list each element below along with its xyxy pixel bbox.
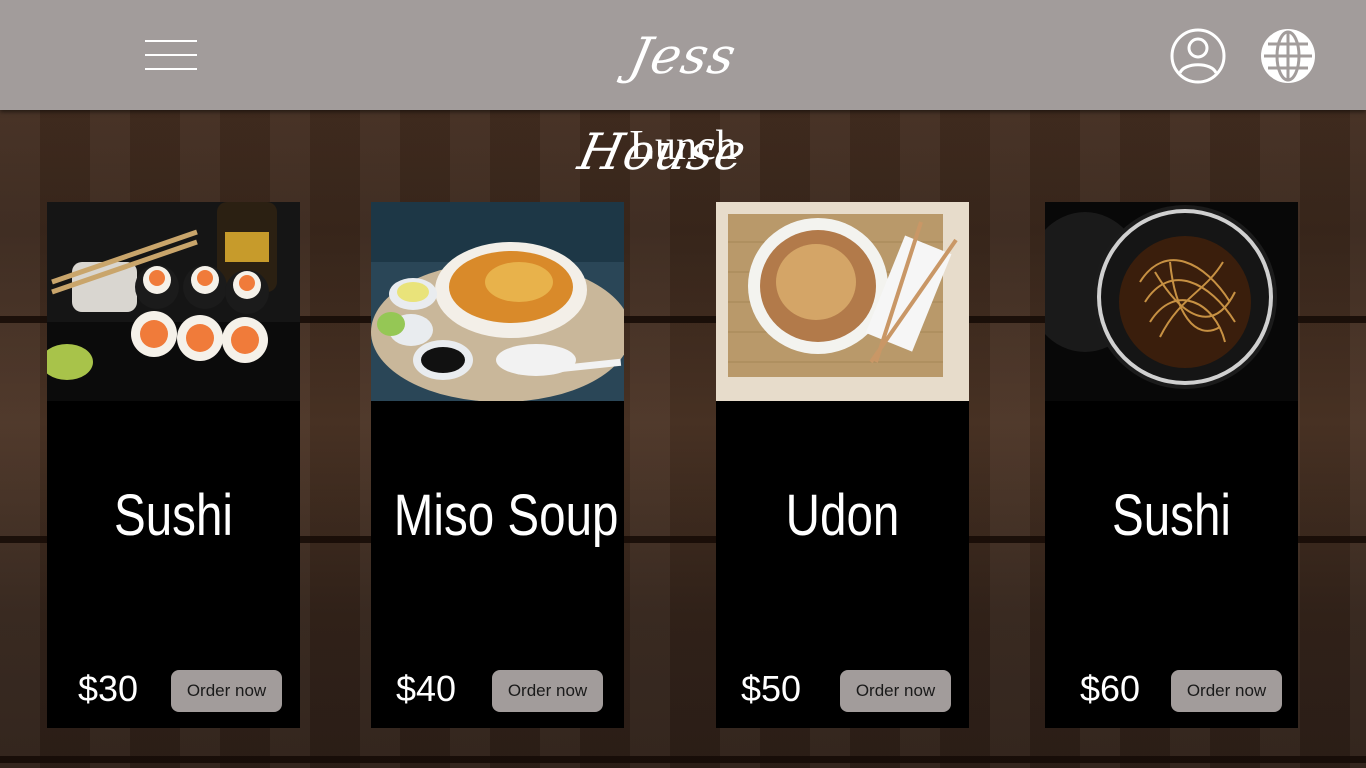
- order-now-button[interactable]: Order now: [171, 670, 282, 712]
- page: Jess House Lunch Sushi $30 Order now Mis…: [0, 0, 1366, 768]
- menu-item-name: Sushi: [114, 483, 233, 548]
- globe-icon[interactable]: [1258, 26, 1318, 86]
- user-account-icon[interactable]: [1168, 26, 1228, 86]
- menu-item-name: Udon: [785, 483, 900, 548]
- order-now-button[interactable]: Order now: [840, 670, 951, 712]
- menu-item-name: Miso Soup: [393, 483, 619, 548]
- sushi-rolls-photo: [47, 202, 300, 401]
- order-now-button[interactable]: Order now: [492, 670, 603, 712]
- menu-item-name: Sushi: [1112, 483, 1231, 548]
- menu-item-price: $60: [1080, 668, 1141, 709]
- menu-card-sushi-2: Sushi $60 Order now: [1045, 202, 1298, 728]
- section-title: Lunch: [629, 123, 737, 169]
- order-now-button[interactable]: Order now: [1171, 670, 1282, 712]
- menu-item-price: $50: [741, 668, 802, 709]
- menu-card-sushi: Sushi $30 Order now: [47, 202, 300, 728]
- top-navigation-bar: Jess House: [0, 0, 1366, 181]
- noodle-soup-photo: [371, 202, 624, 401]
- noodle-bowl-photo: [1045, 202, 1298, 401]
- menu-item-price: $30: [78, 668, 139, 709]
- udon-noodles-photo: [716, 202, 969, 401]
- menu-card-udon: Udon $50 Order now: [716, 202, 969, 728]
- hamburger-menu-icon[interactable]: [145, 40, 197, 70]
- menu-item-price: $40: [396, 668, 457, 709]
- brand-logo[interactable]: Jess House: [535, 8, 831, 181]
- menu-card-miso-soup: Miso Soup $40 Order now: [371, 202, 624, 728]
